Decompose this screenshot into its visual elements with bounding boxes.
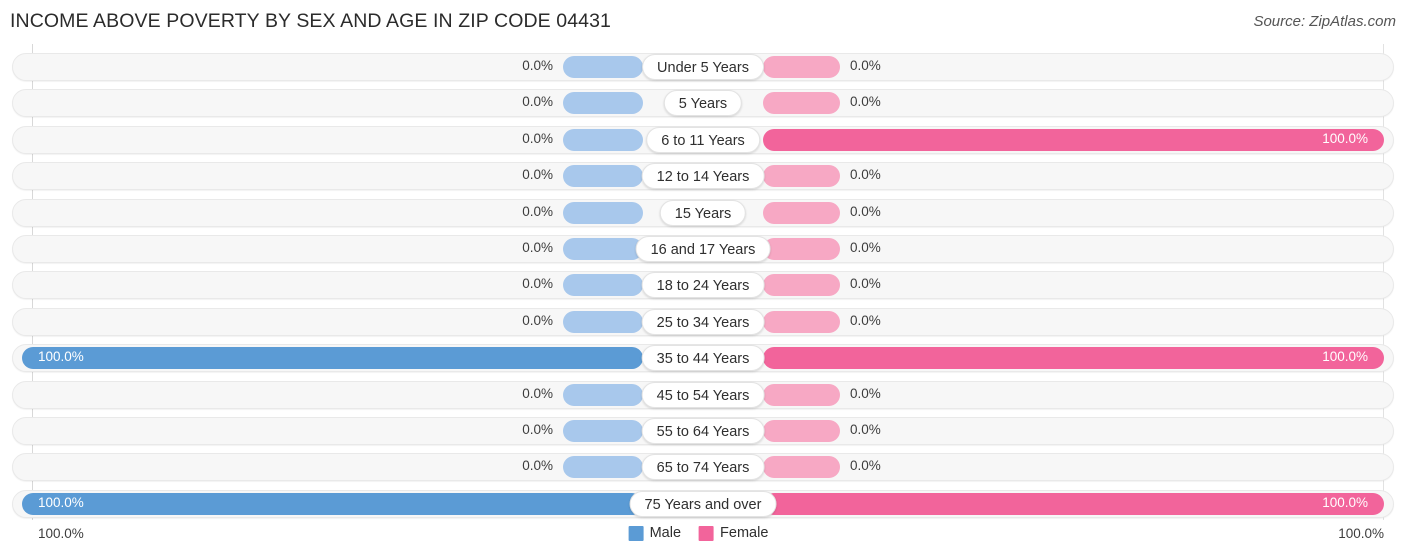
bar-female	[763, 310, 840, 333]
value-label-female: 0.0%	[850, 94, 881, 110]
value-label-female: 100.0%	[1322, 349, 1368, 365]
value-label-male: 0.0%	[522, 94, 553, 110]
value-label-female: 0.0%	[850, 422, 881, 437]
value-label-female: 100.0%	[1322, 130, 1368, 146]
bar-male	[563, 128, 643, 151]
chart-row: 0.0% 0.0% 12 to 14 Years	[0, 161, 1406, 191]
bar-male	[563, 274, 643, 297]
legend-item[interactable]: Female	[699, 525, 768, 541]
category-label: 35 to 44 Years	[641, 345, 765, 372]
legend-label: Male	[649, 525, 682, 541]
bar-female	[763, 383, 840, 406]
value-label-male: 0.0%	[522, 458, 553, 474]
chart-area: 0.0% 0.0% Under 5 Years 0.0% 0.0% 5 Years 0.0%…	[0, 44, 1406, 520]
category-label: 6 to 11 Years	[646, 126, 760, 153]
value-label-male: 0.0%	[522, 240, 553, 255]
chart-row: 0.0% 100.0% 6 to 11 Years	[0, 125, 1406, 155]
value-label-male: 0.0%	[522, 276, 553, 292]
axis-label-right: 100.0%	[1338, 526, 1384, 541]
bar-male	[563, 56, 643, 78]
category-label: 18 to 24 Years	[641, 272, 765, 299]
bar-female	[763, 420, 840, 442]
category-label: 45 to 54 Years	[641, 381, 765, 408]
value-label-male: 0.0%	[522, 422, 553, 437]
value-label-male: 100.0%	[38, 494, 84, 510]
value-label-female: 0.0%	[850, 240, 881, 255]
chart-row: 0.0% 0.0% 25 to 34 Years	[0, 307, 1406, 337]
chart-row: 100.0% 100.0% 35 to 44 Years	[0, 343, 1406, 373]
legend-item[interactable]: Male	[628, 525, 682, 541]
chart-row: 0.0% 0.0% Under 5 Years	[0, 52, 1406, 82]
chart-row: 0.0% 0.0% 65 to 74 Years	[0, 452, 1406, 482]
bar-male	[563, 383, 643, 406]
bar-female	[763, 201, 840, 224]
chart-header: INCOME ABOVE POVERTY BY SEX AND AGE IN Z…	[0, 0, 1406, 40]
bar-male	[563, 92, 643, 115]
bar-male	[22, 492, 643, 515]
chart-footer: 100.0% Male Female 100.0%	[0, 522, 1406, 559]
bar-female	[763, 274, 840, 297]
value-label-male: 0.0%	[522, 130, 553, 146]
legend-label: Female	[720, 525, 769, 541]
value-label-male: 0.0%	[522, 203, 553, 219]
value-label-male: 0.0%	[522, 385, 553, 401]
category-label: 15 Years	[659, 199, 747, 226]
category-label: 65 to 74 Years	[641, 454, 765, 481]
chart-row: 0.0% 0.0% 15 Years	[0, 198, 1406, 228]
category-label: 5 Years	[663, 90, 743, 117]
legend-swatch-icon	[699, 525, 715, 541]
page-title: INCOME ABOVE POVERTY BY SEX AND AGE IN Z…	[10, 10, 612, 32]
chart-row: 0.0% 0.0% 45 to 54 Years	[0, 380, 1406, 410]
bar-female	[763, 238, 840, 260]
value-label-female: 0.0%	[850, 458, 881, 474]
axis-label-left: 100.0%	[38, 526, 84, 541]
bar-female	[763, 165, 840, 188]
value-label-female: 0.0%	[850, 203, 881, 219]
bar-male	[563, 310, 643, 333]
bar-male	[563, 456, 643, 479]
bar-female	[763, 456, 840, 479]
value-label-female: 100.0%	[1322, 494, 1368, 510]
chart-row: 100.0% 100.0% 75 Years and over	[0, 489, 1406, 519]
chart-row: 0.0% 0.0% 16 and 17 Years	[0, 234, 1406, 264]
bar-female	[763, 56, 840, 78]
value-label-female: 0.0%	[850, 276, 881, 292]
chart-row: 0.0% 0.0% 5 Years	[0, 88, 1406, 118]
value-label-male: 100.0%	[38, 349, 84, 365]
value-label-male: 0.0%	[522, 58, 553, 73]
bar-male	[563, 165, 643, 188]
bar-male	[563, 238, 643, 260]
value-label-female: 0.0%	[850, 312, 881, 328]
category-label: Under 5 Years	[642, 54, 764, 80]
bar-female	[763, 492, 1384, 515]
value-label-female: 0.0%	[850, 167, 881, 183]
bar-male	[563, 420, 643, 442]
category-label: 25 to 34 Years	[641, 308, 765, 335]
bar-female	[763, 128, 1384, 151]
chart-legend: Male Female	[628, 525, 778, 541]
value-label-female: 0.0%	[850, 385, 881, 401]
bar-female	[763, 347, 1384, 370]
bar-female	[763, 92, 840, 115]
source-label: Source: ZipAtlas.com	[1253, 13, 1396, 30]
category-label: 55 to 64 Years	[641, 418, 765, 444]
category-label: 75 Years and over	[629, 490, 777, 517]
bar-male	[563, 201, 643, 224]
value-label-male: 0.0%	[522, 167, 553, 183]
legend-swatch-icon	[628, 525, 644, 541]
chart-row: 0.0% 0.0% 55 to 64 Years	[0, 416, 1406, 446]
category-label: 16 and 17 Years	[635, 236, 771, 262]
value-label-male: 0.0%	[522, 312, 553, 328]
category-label: 12 to 14 Years	[641, 163, 765, 190]
chart-row: 0.0% 0.0% 18 to 24 Years	[0, 270, 1406, 300]
bar-male	[22, 347, 643, 370]
value-label-female: 0.0%	[850, 58, 881, 73]
